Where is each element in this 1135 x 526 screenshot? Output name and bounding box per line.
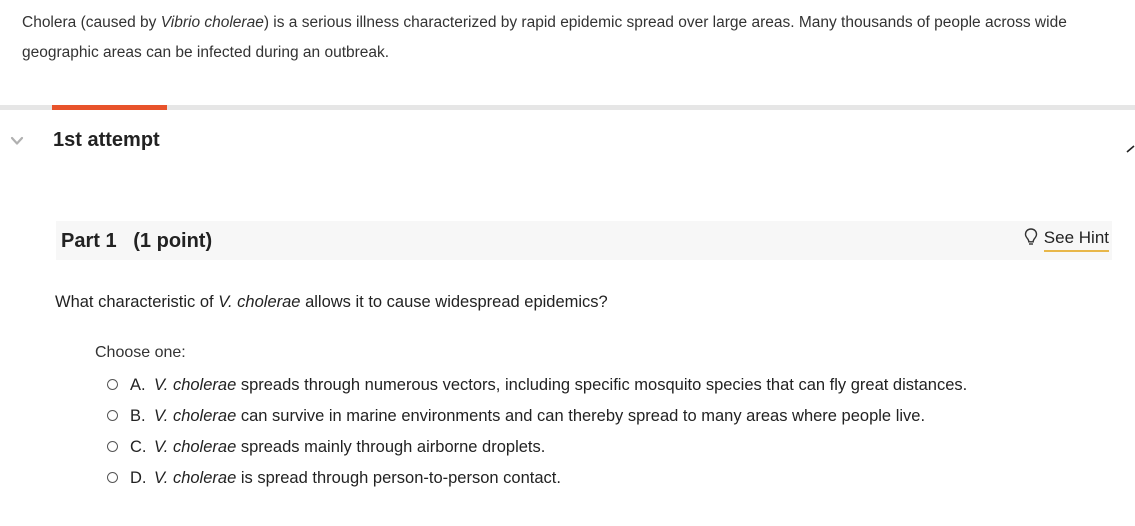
choose-one-label: Choose one: [95,344,186,361]
option-organism: V. cholerae [154,469,237,487]
lightbulb-icon [1024,227,1038,252]
option-body: spreads through numerous vectors, includ… [236,376,968,394]
option-letter: C. [130,438,147,456]
option-organism: V. cholerae [154,438,237,456]
option-c[interactable]: C. V. cholerae spreads mainly through ai… [107,435,987,460]
intro-text-before: Cholera (caused by [22,14,161,31]
option-organism: V. cholerae [154,376,237,394]
option-body: can survive in marine environments and c… [236,407,926,425]
radio-button-c[interactable] [107,441,118,452]
option-letter: B. [130,407,146,425]
radio-button-b[interactable] [107,410,118,421]
chevron-down-icon[interactable] [9,133,25,149]
option-organism: V. cholerae [154,407,237,425]
option-b[interactable]: B. V. cholerae can survive in marine env… [107,404,987,429]
option-a[interactable]: A. V. cholerae spreads through numerous … [107,373,987,398]
question-organism: V. cholerae [218,293,301,311]
option-text: V. cholerae spreads through numerous vec… [154,373,987,398]
option-d[interactable]: D. V. cholerae is spread through person-… [107,466,987,491]
option-body: spreads mainly through airborne droplets… [236,438,546,456]
radio-button-a[interactable] [107,379,118,390]
question-page: Cholera (caused by Vibrio cholerae) is a… [0,0,1135,526]
option-text: V. cholerae is spread through person-to-… [154,466,987,491]
intro-paragraph: Cholera (caused by Vibrio cholerae) is a… [22,8,1127,68]
question-text: What characteristic of V. cholerae allow… [55,290,608,314]
answer-options: A. V. cholerae spreads through numerous … [107,373,987,491]
part-header: Part 1 (1 point) See Hint [56,221,1112,260]
question-text-after: allows it to cause widespread epidemics? [300,293,608,311]
option-text: V. cholerae spreads mainly through airbo… [154,435,987,460]
see-hint-label[interactable]: See Hint [1043,227,1109,252]
option-letter: D. [130,469,147,487]
question-text-before: What characteristic of [55,293,219,311]
active-attempt-indicator [52,105,167,110]
part-title: Part 1 (1 point) [61,230,213,252]
edge-arrow-icon [1125,140,1135,156]
option-text: V. cholerae can survive in marine enviro… [154,404,987,429]
option-body: is spread through person-to-person conta… [236,469,561,487]
intro-organism: Vibrio cholerae [160,14,264,31]
attempt-title[interactable]: 1st attempt [53,126,160,154]
option-letter: A. [130,376,146,394]
see-hint-button[interactable]: See Hint [1024,227,1109,252]
attempt-divider [0,105,1135,110]
radio-button-d[interactable] [107,472,118,483]
